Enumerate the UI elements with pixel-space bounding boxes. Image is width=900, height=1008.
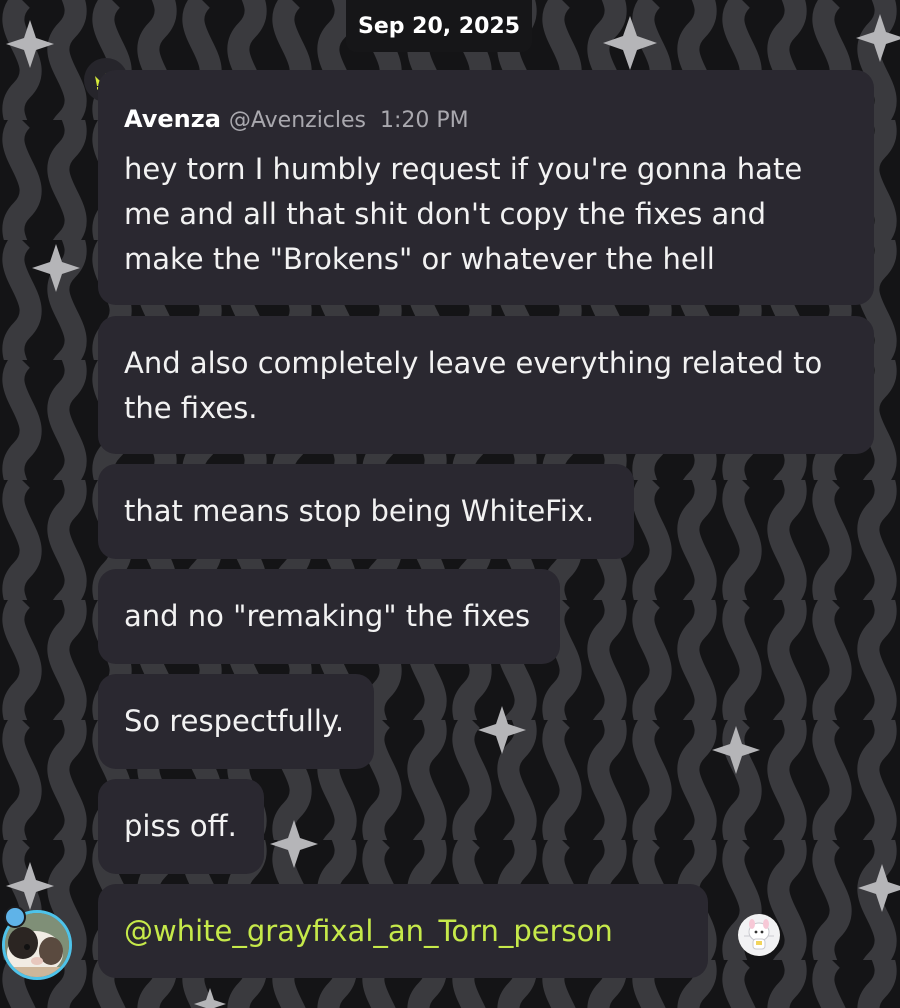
- message-bubble[interactable]: Avenza @Avenzicles 1:20 PM hey torn I humb…: [98, 70, 874, 305]
- message-header: Avenza @Avenzicles 1:20 PM: [124, 100, 469, 134]
- message-bubble[interactable]: So respectfully.: [98, 674, 374, 769]
- user-avatar[interactable]: [0, 906, 76, 982]
- message-text-line: the fixes.: [124, 391, 258, 425]
- message-text-line: hey torn I humbly request if you're gonn…: [124, 152, 803, 186]
- message-bubble[interactable]: piss off.: [98, 779, 264, 874]
- message-text: piss off.: [124, 809, 237, 843]
- sticker-icon: [739, 915, 779, 955]
- message-text: that means stop being WhiteFix.: [124, 494, 595, 528]
- user-mention[interactable]: @white_grayfixal_an_Torn_person: [124, 909, 613, 954]
- message-bubble[interactable]: @white_grayfixal_an_Torn_person: [98, 884, 780, 978]
- author-handle[interactable]: @Avenzicles: [229, 108, 366, 133]
- status-badge: [4, 906, 26, 928]
- message-bubble[interactable]: that means stop being WhiteFix.: [98, 464, 634, 559]
- message-text: and no "remaking" the fixes: [124, 599, 531, 633]
- message-bubble[interactable]: And also completely leave everything rel…: [98, 316, 874, 454]
- sticker-emoji[interactable]: [738, 914, 780, 956]
- message-text-line: make the "Brokens" or whatever the hell: [124, 242, 715, 276]
- message-bubble[interactable]: and no "remaking" the fixes: [98, 569, 560, 664]
- message-text-line: And also completely leave everything rel…: [124, 346, 823, 380]
- message-timestamp: 1:20 PM: [380, 108, 469, 133]
- message-text: So respectfully.: [124, 704, 345, 738]
- message-text-line: me and all that shit don't copy the fixe…: [124, 197, 767, 231]
- author-name[interactable]: Avenza: [124, 105, 221, 133]
- date-divider: Sep 20, 2025: [346, 0, 532, 52]
